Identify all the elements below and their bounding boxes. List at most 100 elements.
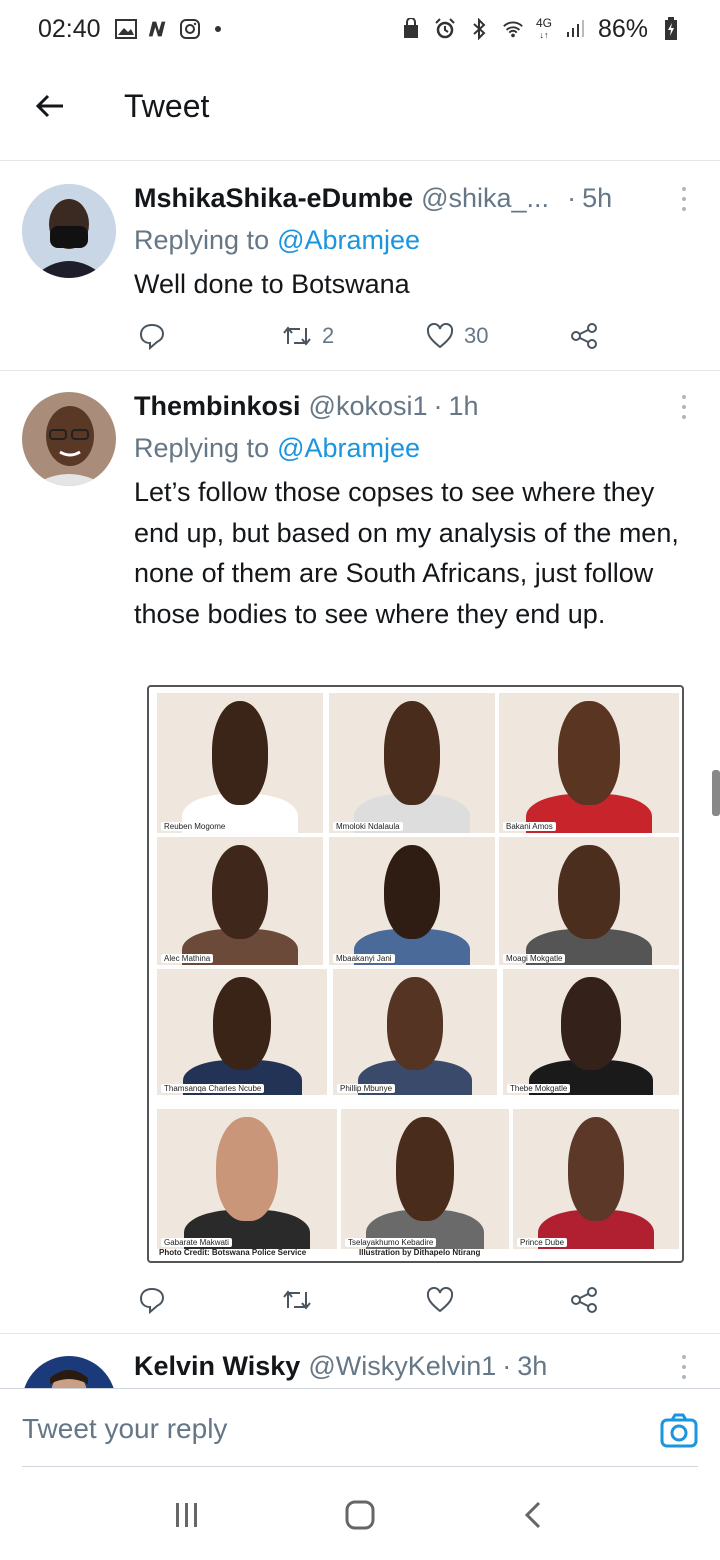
username[interactable]: @shika_...: [421, 183, 549, 214]
mugshot-photo: Reuben Mogome: [157, 693, 323, 833]
mugshot-face: [211, 844, 269, 940]
retweet-button[interactable]: 2: [282, 323, 334, 349]
network-type: 4G ↓↑: [535, 16, 552, 40]
avatar[interactable]: [22, 1356, 116, 1388]
tweet-content: Kelvin Wisky @WiskyKelvin1 · 3h: [134, 1346, 694, 1386]
battery-icon: [660, 17, 682, 40]
tweet-photo[interactable]: Reuben Mogome Mmoloki Ndalaula Bakani Amos…: [147, 685, 684, 1263]
more-options-button[interactable]: [674, 392, 694, 422]
reply-composer: [0, 1390, 720, 1468]
reply-button[interactable]: [138, 1286, 166, 1314]
separator: ·: [567, 182, 577, 213]
mugshot-caption: Mbaakanyi Jani: [333, 954, 395, 963]
reply-button[interactable]: [138, 322, 166, 350]
home-icon: [345, 1500, 375, 1530]
tweet-item[interactable]: Kelvin Wisky @WiskyKelvin1 · 3h: [0, 1340, 720, 1388]
mugshot-caption: Tselayakhumo Kebadire: [345, 1238, 437, 1247]
camera-icon: [660, 1413, 698, 1448]
notification-dot: [214, 26, 221, 32]
page-title: Tweet: [124, 87, 210, 124]
mugshot-caption: Mmoloki Ndalaula: [333, 822, 403, 831]
mugshot-photo: Thebe Mokgatle: [503, 969, 679, 1095]
gallery-icon: [114, 18, 137, 40]
mugshot-photo: Alec Mathina: [157, 837, 323, 965]
like-button[interactable]: [426, 1287, 464, 1313]
retweet-icon: [283, 326, 311, 346]
mugshot-face: [383, 701, 441, 805]
recent-apps-button[interactable]: [157, 1485, 217, 1545]
divider: [0, 370, 720, 371]
reply-icon: [139, 323, 165, 350]
heart-icon: [426, 323, 454, 349]
mugshot-photo: Prince Dube: [513, 1109, 679, 1249]
app-header: Tweet: [0, 70, 720, 142]
mention-link[interactable]: @Abramjee: [277, 433, 420, 464]
status-time: 02:40: [38, 14, 101, 43]
replying-to: Replying to @Abramjee: [134, 218, 694, 262]
replying-prefix: Replying to: [134, 432, 270, 463]
back-button[interactable]: [20, 76, 80, 136]
tweet-actions: 2 30: [134, 316, 604, 356]
divider: [22, 1466, 698, 1467]
mugshot-photo: Moagi Mokgatle: [499, 837, 679, 965]
username[interactable]: @kokosi1: [309, 391, 428, 422]
tweet-text: Well done to Botswana: [134, 269, 410, 299]
retweet-button[interactable]: [282, 1288, 322, 1312]
username[interactable]: @WiskyKelvin1: [308, 1351, 496, 1382]
heart-icon: [426, 1287, 454, 1313]
tweet-content: MshikaShika-eDumbe @shika_... · 5h Reply…: [134, 178, 694, 305]
tweet-content: Thembinkosi @kokosi1 · 1h Replying to @A…: [134, 386, 694, 634]
bag-icon: [400, 18, 422, 40]
battery-percent: 86%: [597, 14, 648, 43]
more-options-button[interactable]: [674, 184, 694, 214]
display-name[interactable]: Kelvin Wisky: [134, 1351, 300, 1382]
avatar[interactable]: [22, 392, 116, 486]
mugshot-caption: Moagi Mokgatle: [503, 954, 566, 963]
mugshot-face: [211, 701, 269, 805]
mugshot-caption: Gabarate Makwati: [161, 1238, 232, 1247]
share-button[interactable]: [570, 1286, 598, 1314]
mugshot-face: [567, 1117, 625, 1221]
mugshot-caption: Reuben Mogome: [161, 822, 229, 831]
photo-credit: Photo Credit: Botswana Police Service: [159, 1248, 307, 1257]
mugshot-face: [396, 1117, 454, 1221]
mugshot-face: [558, 844, 620, 940]
camera-button[interactable]: [660, 1412, 698, 1450]
like-count: 30: [464, 323, 489, 348]
more-options-button[interactable]: [674, 1352, 694, 1382]
reply-input[interactable]: [22, 1404, 582, 1454]
tweet-item[interactable]: MshikaShika-eDumbe @shika_... · 5h Reply…: [0, 170, 720, 370]
scrollbar-thumb[interactable]: [712, 770, 720, 816]
mugshot-photo: Tselayakhumo Kebadire: [341, 1109, 509, 1249]
display-name[interactable]: MshikaShika-eDumbe: [134, 183, 413, 214]
divider: [0, 1388, 720, 1389]
tweet-header: Thembinkosi @kokosi1 · 1h: [134, 386, 694, 426]
replying-to: Replying to @Abramjee: [134, 426, 694, 470]
back-arrow-icon: [35, 94, 63, 118]
display-name[interactable]: Thembinkosi: [134, 391, 301, 422]
mugshot-photo: Mmoloki Ndalaula: [329, 693, 495, 833]
mugshot-photo: Phillip Mbunye: [333, 969, 497, 1095]
divider: [0, 160, 720, 161]
mugshot-photo: Mbaakanyi Jani: [329, 837, 495, 965]
retweet-count: 2: [322, 323, 335, 348]
tweet-time: 5h: [582, 182, 613, 213]
tweet-actions: [134, 1280, 604, 1320]
alarm-icon: [434, 18, 456, 40]
mugshot-photo: Gabarate Makwati: [157, 1109, 337, 1249]
mugshot-photo: Bakani Amos: [499, 693, 679, 833]
share-icon: [571, 1287, 597, 1313]
share-button[interactable]: [570, 322, 598, 350]
share-icon: [571, 323, 597, 349]
replying-prefix: Replying to: [134, 224, 270, 255]
back-nav-button[interactable]: [503, 1485, 563, 1545]
avatar[interactable]: [22, 184, 116, 278]
home-button[interactable]: [330, 1485, 390, 1545]
tweet-header: Kelvin Wisky @WiskyKelvin1 · 3h: [134, 1346, 694, 1386]
separator: ·: [433, 390, 443, 421]
like-button[interactable]: 30: [426, 323, 488, 349]
mugshot-caption: Bakani Amos: [503, 822, 556, 831]
tweet-time: 3h: [517, 1350, 548, 1381]
mention-link[interactable]: @Abramjee: [277, 225, 420, 256]
separator: ·: [502, 1350, 512, 1381]
